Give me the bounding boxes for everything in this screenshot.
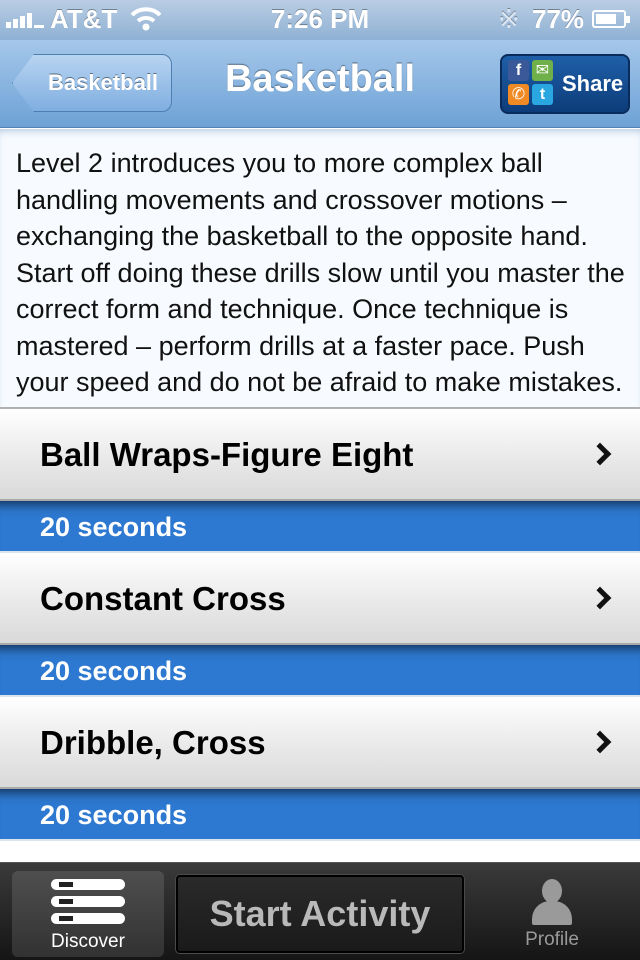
tab-bar: Discover Start Activity Profile bbox=[0, 862, 640, 960]
tab-profile[interactable]: Profile bbox=[492, 871, 612, 957]
activity-list[interactable]: Ball Wraps-Figure Eight 20 seconds Const… bbox=[0, 407, 640, 859]
activity-duration: 20 seconds bbox=[40, 512, 188, 542]
facebook-icon: f bbox=[508, 60, 529, 81]
email-icon: ✉ bbox=[532, 60, 553, 81]
navigation-bar: Basketball Basketball f ✉ ✆ t Share bbox=[0, 40, 640, 128]
activity-row[interactable]: Dribble, Cross bbox=[0, 697, 640, 789]
share-button[interactable]: f ✉ ✆ t Share bbox=[500, 54, 630, 114]
share-icons: f ✉ ✆ t bbox=[508, 60, 554, 108]
battery-icon bbox=[592, 10, 630, 28]
battery-percent: 77% bbox=[532, 4, 585, 34]
chevron-right-icon bbox=[588, 442, 612, 466]
activity-item: Constant Cross 20 seconds bbox=[0, 553, 640, 697]
share-label: Share bbox=[562, 71, 624, 96]
start-activity-button[interactable]: Start Activity bbox=[176, 875, 464, 953]
level-description[interactable]: Level 2 introduces you to more complex b… bbox=[0, 129, 640, 407]
bluetooth-icon: ※ bbox=[498, 4, 520, 34]
activity-duration-bar: 20 seconds bbox=[0, 645, 640, 697]
activity-item: Ball Wraps-Figure Eight 20 seconds bbox=[0, 409, 640, 553]
tab-discover-label: Discover bbox=[51, 931, 125, 952]
activity-name: Dribble, Cross bbox=[40, 724, 266, 761]
description-text: Level 2 introduces you to more complex b… bbox=[16, 148, 625, 407]
profile-icon bbox=[530, 879, 574, 925]
chevron-right-icon bbox=[588, 586, 612, 610]
activity-item: Dribble, Cross 20 seconds bbox=[0, 697, 640, 841]
activity-duration: 20 seconds bbox=[40, 800, 188, 830]
tab-discover[interactable]: Discover bbox=[12, 871, 164, 957]
activity-name: Ball Wraps-Figure Eight bbox=[40, 436, 414, 473]
tab-profile-label: Profile bbox=[525, 929, 579, 950]
status-bar: AT&T 7:26 PM ※ 77% bbox=[0, 0, 640, 40]
activity-duration: 20 seconds bbox=[40, 656, 188, 686]
list-icon bbox=[51, 879, 125, 925]
phone-icon: ✆ bbox=[508, 84, 529, 105]
activity-row[interactable]: Constant Cross bbox=[0, 553, 640, 645]
activity-row[interactable]: Ball Wraps-Figure Eight bbox=[0, 409, 640, 501]
activity-duration-bar: 20 seconds bbox=[0, 789, 640, 841]
chevron-right-icon bbox=[588, 730, 612, 754]
activity-duration-bar: 20 seconds bbox=[0, 501, 640, 553]
activity-name: Constant Cross bbox=[40, 580, 286, 617]
twitter-icon: t bbox=[532, 84, 553, 105]
